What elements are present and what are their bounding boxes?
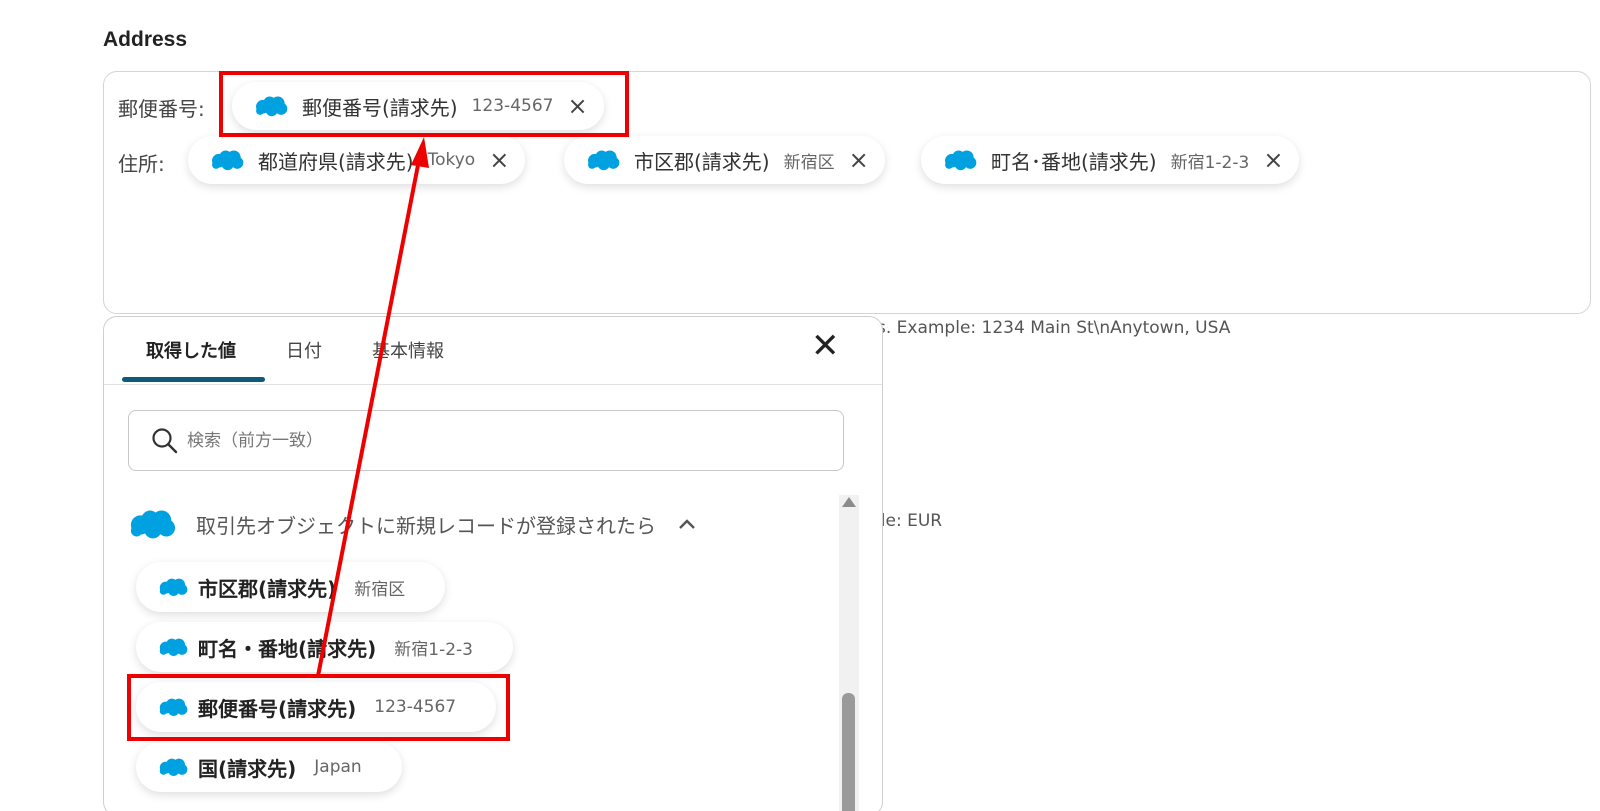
highlight-box-source [127,674,510,741]
item-name: 国(請求先) [198,756,297,781]
chip-value: Tokyo [427,150,476,170]
tab-date[interactable]: 日付 [286,337,322,363]
chip-name: 町名･番地(請求先) [991,149,1157,174]
list-item[interactable]: 町名・番地(請求先) 新宿1-2-3 [136,622,513,672]
street-chip[interactable]: 町名･番地(請求先) 新宿1-2-3 × [921,136,1300,184]
item-value: 新宿1-2-3 [394,639,473,660]
salesforce-cloud-icon [158,637,188,657]
item-name: 町名・番地(請求先) [198,636,377,661]
item-value: 新宿区 [354,579,406,600]
remove-chip-icon[interactable]: × [849,148,869,172]
scroll-thumb[interactable] [842,693,855,811]
chevron-up-icon[interactable] [678,518,696,530]
tab-basic-info[interactable]: 基本情報 [372,337,444,363]
item-value: Japan [314,757,362,777]
remove-chip-icon[interactable]: × [489,148,509,172]
salesforce-cloud-icon [128,507,176,541]
highlight-box-target [219,71,629,137]
address-section-label: Address [103,28,188,51]
chip-value: 新宿区 [783,152,835,173]
panel-tabs: 取得した値 日付 基本情報 ✕ [104,317,882,385]
trigger-group-title: 取引先オブジェクトに新規レコードが登録されたら [196,513,656,538]
active-tab-indicator [122,377,265,382]
list-item[interactable]: 市区郡(請求先) 新宿区 [136,562,446,612]
address-example-hint: rs. Example: 1234 Main St\nAnytown, USA [870,318,1231,338]
address-label: 住所: [118,152,165,176]
close-icon[interactable]: ✕ [811,329,840,363]
remove-chip-icon[interactable]: × [1263,148,1283,172]
salesforce-cloud-icon [158,757,188,777]
search-field[interactable] [128,410,844,471]
chip-name: 都道府県(請求先) [258,149,414,174]
scrollbar[interactable] [839,495,859,811]
trigger-group-header[interactable]: 取引先オブジェクトに新規レコードが登録されたら [128,507,696,541]
item-name: 市区郡(請求先) [198,576,337,601]
chip-value: 新宿1-2-3 [1170,152,1250,173]
search-icon [152,427,178,453]
salesforce-cloud-icon [943,149,977,171]
chip-name: 市区郡(請求先) [634,149,770,174]
salesforce-cloud-icon [210,149,244,171]
tab-retrieved-values[interactable]: 取得した値 [146,337,236,363]
salesforce-cloud-icon [586,149,620,171]
city-chip[interactable]: 市区郡(請求先) 新宿区 × [564,136,885,184]
prefecture-chip[interactable]: 都道府県(請求先) Tokyo × [188,136,526,184]
postal-code-label: 郵便番号: [118,97,205,121]
search-input[interactable] [187,430,787,451]
scroll-up-arrow-icon[interactable] [842,497,856,507]
list-item[interactable]: 国(請求先) Japan [136,742,402,792]
salesforce-cloud-icon [158,577,188,597]
